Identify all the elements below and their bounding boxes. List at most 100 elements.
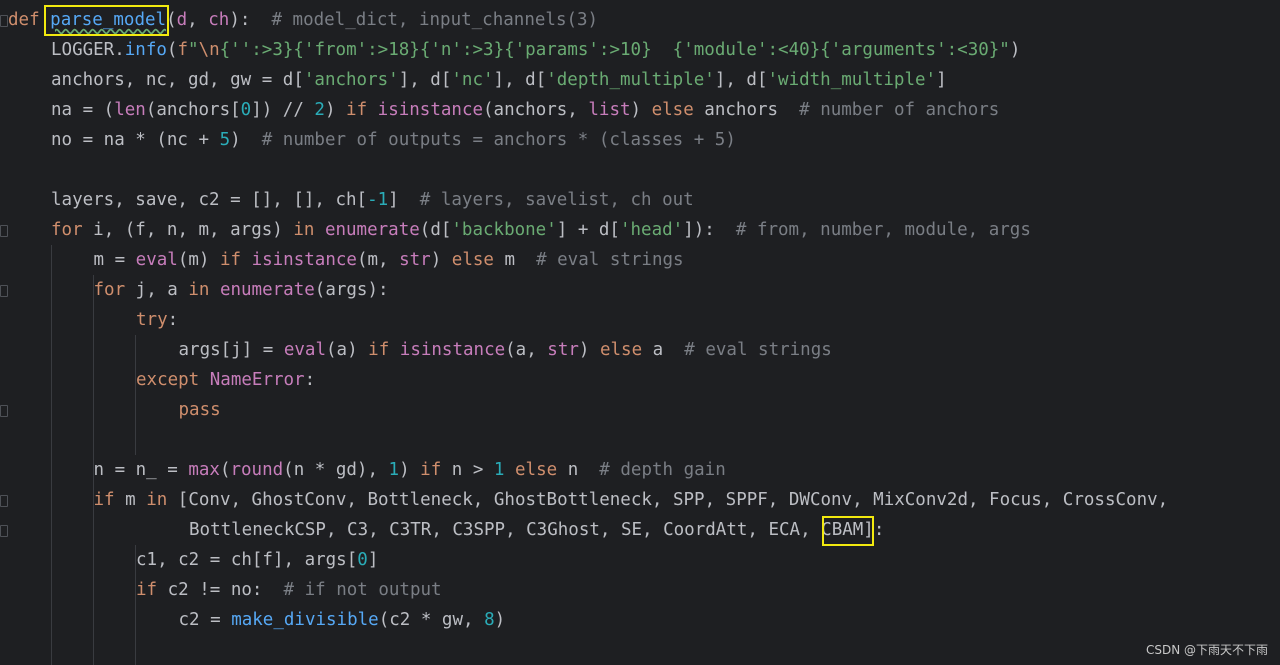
code-token: str	[399, 250, 431, 270]
code-token: [Conv, GhostConv, Bottleneck, GhostBottl…	[177, 490, 1169, 510]
code-token: # from, number, module, args	[735, 220, 1031, 240]
code-token: eval	[135, 250, 178, 270]
code-token: (m)	[177, 250, 220, 270]
code-token: in	[146, 490, 178, 510]
code-token: )	[578, 340, 600, 360]
code-token: ], d[	[493, 70, 547, 90]
code-token: BottleneckCSP, C3, C3TR, C3SPP, C3Ghost,…	[189, 520, 885, 540]
code-token: 'width_multiple'	[767, 70, 937, 90]
code-text: no = na * (nc + 5) # number of outputs =…	[51, 125, 736, 155]
code-token: else	[515, 460, 568, 480]
code-line[interactable]: no = na * (nc + 5) # number of outputs =…	[0, 125, 1280, 155]
code-token: )	[430, 250, 452, 270]
code-token: else	[651, 100, 705, 120]
code-token: except	[136, 370, 210, 390]
code-token: ,	[187, 10, 209, 30]
code-line[interactable]: args[j] = eval(a) if isinstance(a, str) …	[0, 335, 1280, 365]
code-line[interactable]: if c2 != no: # if not output	[0, 575, 1280, 605]
code-line[interactable]: m = eval(m) if isinstance(m, str) else m…	[0, 245, 1280, 275]
code-token: )	[630, 100, 652, 120]
code-text: except NameError:	[136, 365, 315, 395]
code-token: ], d[	[398, 70, 452, 90]
code-token: 'head'	[619, 220, 684, 240]
code-token: c2 != no:	[167, 580, 284, 600]
code-line[interactable]: if m in [Conv, GhostConv, Bottleneck, Gh…	[0, 485, 1280, 515]
code-token: (anchors,	[483, 100, 589, 120]
code-token: m	[504, 250, 537, 270]
code-line[interactable]: c2 = make_divisible(c2 * gw, 8)	[0, 605, 1280, 635]
code-token: na = (	[51, 100, 115, 120]
code-text: c2 = make_divisible(c2 * gw, 8)	[179, 605, 506, 635]
code-line[interactable]: for j, a in enumerate(args):	[0, 275, 1280, 305]
code-token: 'backbone'	[451, 220, 557, 240]
code-token: f	[177, 40, 189, 60]
code-token: make_divisible	[231, 610, 379, 630]
code-line[interactable]: except NameError:	[0, 365, 1280, 395]
code-line[interactable]	[0, 425, 1280, 455]
code-token: if	[420, 460, 452, 480]
code-token: for	[51, 220, 94, 240]
code-line[interactable]: c1, c2 = ch[f], args[0]	[0, 545, 1280, 575]
code-line[interactable]: try:	[0, 305, 1280, 335]
code-line[interactable]: anchors, nc, gd, gw = d['anchors'], d['n…	[0, 65, 1280, 95]
fold-marker-icon[interactable]	[0, 285, 8, 297]
code-token: # number of outputs = anchors * (classes…	[261, 130, 736, 150]
code-token: # model_dict, input_channels(3)	[271, 10, 599, 30]
code-token: d	[176, 10, 188, 30]
code-text: if m in [Conv, GhostConv, Bottleneck, Gh…	[94, 485, 1169, 515]
code-token: c2 =	[178, 610, 232, 630]
code-token: ] + d[	[556, 220, 620, 240]
code-text: layers, save, c2 = [], [], ch[-1] # laye…	[51, 185, 694, 215]
code-token: i, (f, n, m, args)	[93, 220, 294, 240]
code-token: 2	[314, 100, 325, 120]
code-token: for	[93, 280, 136, 300]
code-token: (c2 * gw,	[378, 610, 485, 630]
code-token: (a)	[326, 340, 369, 360]
code-token: n	[567, 460, 600, 480]
code-token: if	[136, 580, 168, 600]
code-token: in	[293, 220, 325, 240]
code-token: (	[166, 40, 178, 60]
code-token: list	[588, 100, 631, 120]
code-token: NameError	[209, 370, 305, 390]
code-token: anchors	[704, 100, 800, 120]
code-editor[interactable]: def parse_model(d, ch): # model_dict, in…	[0, 0, 1280, 665]
code-token: # eval strings	[536, 250, 684, 270]
code-token: eval	[283, 340, 327, 360]
code-line[interactable]: def parse_model(d, ch): # model_dict, in…	[0, 5, 1280, 35]
code-line[interactable]: pass	[0, 395, 1280, 425]
highlight-box-cbam	[822, 516, 874, 546]
code-token: try	[136, 310, 168, 330]
code-line[interactable]: n = n_ = max(round(n * gd), 1) if n > 1 …	[0, 455, 1280, 485]
code-token: a	[652, 340, 685, 360]
code-token: ]	[388, 190, 420, 210]
code-token: ):	[229, 10, 272, 30]
code-line[interactable]: BottleneckCSP, C3, C3TR, C3SPP, C3Ghost,…	[0, 515, 1280, 545]
code-text: for j, a in enumerate(args):	[94, 275, 389, 305]
code-text: args[j] = eval(a) if isinstance(a, str) …	[179, 335, 832, 365]
fold-marker-icon[interactable]	[0, 15, 8, 27]
fold-marker-icon[interactable]	[0, 405, 8, 417]
code-line[interactable]	[0, 155, 1280, 185]
code-text: pass	[179, 395, 221, 425]
code-token: ]	[367, 550, 379, 570]
code-token: 1	[388, 460, 400, 480]
code-line[interactable]: for i, (f, n, m, args) in enumerate(d['b…	[0, 215, 1280, 245]
code-token: j, a	[135, 280, 189, 300]
code-token: 'depth_multiple'	[546, 70, 715, 90]
fold-marker-icon[interactable]	[0, 525, 8, 537]
code-token: )	[399, 460, 421, 480]
code-token: 'anchors'	[303, 70, 399, 90]
code-token: )	[1009, 40, 1021, 60]
code-token: no = na * (nc +	[51, 130, 220, 150]
code-line[interactable]: layers, save, c2 = [], [], ch[-1] # laye…	[0, 185, 1280, 215]
code-line[interactable]: LOGGER.info(f"\n{'':>3}{'from':>18}{'n':…	[0, 35, 1280, 65]
fold-marker-icon[interactable]	[0, 495, 8, 507]
code-line[interactable]	[0, 635, 1280, 665]
code-text: if c2 != no: # if not output	[136, 575, 442, 605]
code-line[interactable]: na = (len(anchors[0]) // 2) if isinstanc…	[0, 95, 1280, 125]
code-token: # depth gain	[599, 460, 726, 480]
code-text: try:	[136, 305, 178, 335]
fold-marker-icon[interactable]	[0, 225, 8, 237]
code-token: (anchors[	[145, 100, 241, 120]
